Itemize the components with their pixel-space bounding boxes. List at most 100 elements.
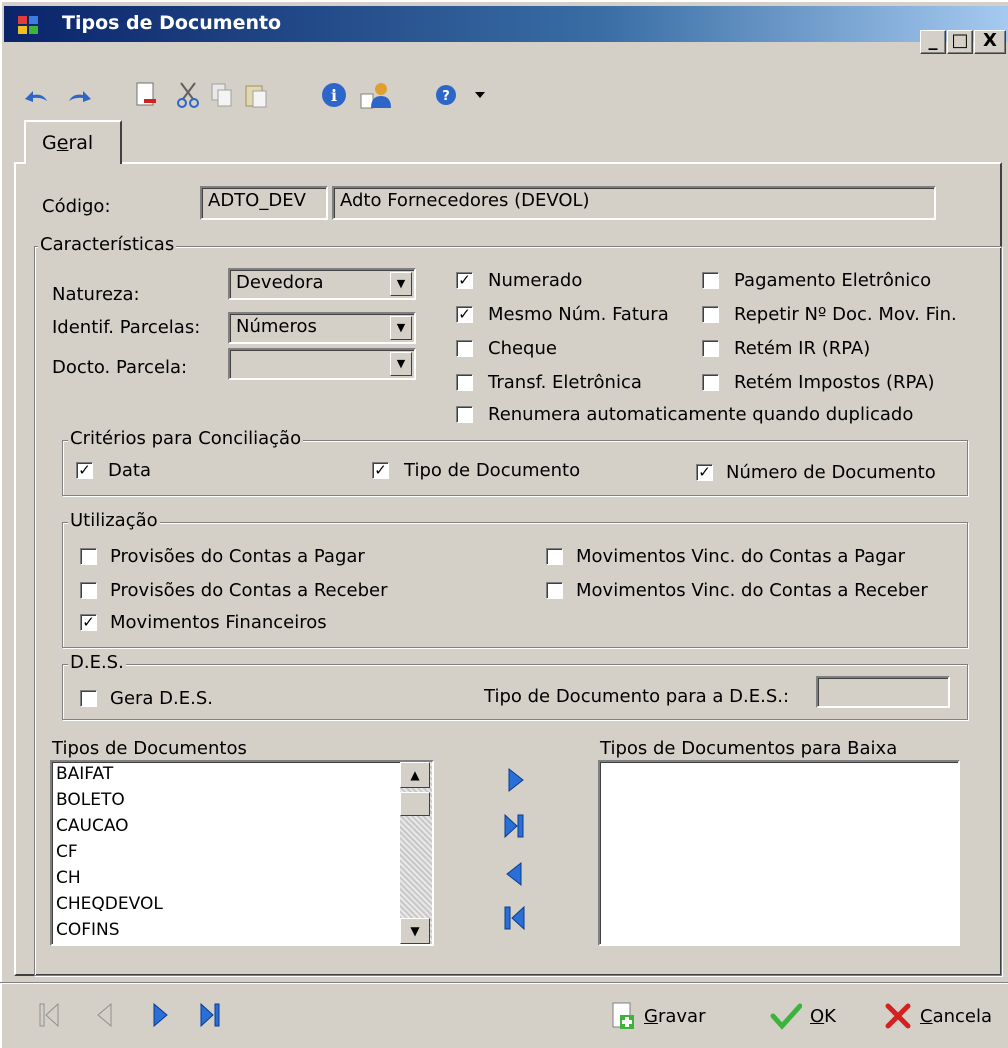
natureza-label: Natureza: xyxy=(52,284,140,305)
mov-vinc-pagar-label: Movimentos Vinc. do Contas a Pagar xyxy=(576,546,906,567)
prev-record-icon[interactable] xyxy=(94,1002,116,1033)
info-icon[interactable]: i xyxy=(320,80,348,110)
gera-des-checkbox[interactable] xyxy=(80,690,97,707)
redo-icon[interactable] xyxy=(66,80,94,110)
mov-vinc-receber-checkbox[interactable] xyxy=(546,582,563,599)
footer-separator xyxy=(0,982,1008,984)
save-icon xyxy=(612,1002,634,1029)
transf-eletronica-checkbox[interactable] xyxy=(456,374,473,391)
list-item[interactable]: COFINS xyxy=(56,920,120,940)
numero-documento-checkbox[interactable]: ✓ xyxy=(696,464,713,481)
move-left-icon[interactable] xyxy=(504,860,526,893)
scroll-thumb[interactable] xyxy=(400,792,430,816)
tipos-documentos-title: Tipos de Documentos xyxy=(52,738,247,759)
close-button[interactable]: X xyxy=(974,30,1006,54)
chevron-down-icon[interactable]: ▼ xyxy=(390,352,412,376)
list-item[interactable]: CAUCAO xyxy=(56,816,129,836)
cancela-accel: C xyxy=(920,1005,933,1027)
help-icon[interactable]: ? xyxy=(432,80,460,110)
provisoes-pagar-label: Provisões do Contas a Pagar xyxy=(110,546,365,567)
descricao-field[interactable]: Adto Fornecedores (DEVOL) xyxy=(332,186,936,220)
gravar-accel: G xyxy=(644,1005,658,1027)
svg-text:i: i xyxy=(331,86,337,105)
cheque-label: Cheque xyxy=(488,338,557,359)
repetir-doc-checkbox[interactable] xyxy=(702,306,719,323)
chevron-down-icon[interactable]: ▼ xyxy=(390,316,412,340)
natureza-combo[interactable]: Devedora ▼ xyxy=(228,268,416,300)
chevron-down-icon[interactable]: ▼ xyxy=(390,272,412,296)
vertical-scrollbar[interactable]: ▲ ▼ xyxy=(400,762,432,944)
list-item[interactable]: CH xyxy=(56,868,81,888)
identif-parcelas-label: Identif. Parcelas: xyxy=(52,317,201,338)
cancela-button[interactable]: Cancela xyxy=(884,998,992,1034)
title-bar[interactable]: Tipos de Documento xyxy=(4,6,1008,42)
close-icon: X xyxy=(983,30,997,51)
mov-vinc-receber-label: Movimentos Vinc. do Contas a Receber xyxy=(576,580,928,601)
user-icon[interactable] xyxy=(358,80,394,110)
maximize-icon: □ xyxy=(951,30,969,51)
provisoes-receber-label: Provisões do Contas a Receber xyxy=(110,580,388,601)
data-label: Data xyxy=(108,460,151,481)
cheque-checkbox[interactable] xyxy=(456,340,473,357)
ok-button[interactable]: OK xyxy=(770,998,836,1034)
cut-icon[interactable] xyxy=(174,80,202,110)
svg-text:?: ? xyxy=(442,89,450,104)
renumera-checkbox[interactable] xyxy=(456,406,473,423)
undo-icon[interactable] xyxy=(22,80,50,110)
tipo-documento-label: Tipo de Documento xyxy=(404,460,581,481)
tab-label-part: ral xyxy=(68,132,94,154)
data-checkbox[interactable]: ✓ xyxy=(76,462,93,479)
scroll-up-icon[interactable]: ▲ xyxy=(400,762,430,788)
copy-icon[interactable] xyxy=(208,80,236,110)
utilizacao-title: Utilização xyxy=(68,510,160,531)
gravar-label: ravar xyxy=(657,1005,706,1027)
des-title: D.E.S. xyxy=(68,652,126,673)
tab-geral[interactable]: Geral xyxy=(24,120,122,164)
transf-eletronica-label: Transf. Eletrônica xyxy=(488,372,642,393)
movimentos-financeiros-checkbox[interactable]: ✓ xyxy=(80,614,97,631)
pagamento-eletronico-checkbox[interactable] xyxy=(702,272,719,289)
natureza-value: Devedora xyxy=(236,272,324,293)
cancela-label: ancela xyxy=(932,1005,993,1027)
tipo-des-field[interactable] xyxy=(816,676,950,708)
next-record-icon[interactable] xyxy=(150,1002,172,1033)
tab-label-accel: e xyxy=(56,132,69,154)
retem-impostos-checkbox[interactable] xyxy=(702,374,719,391)
paste-icon[interactable] xyxy=(242,80,270,110)
retem-ir-checkbox[interactable] xyxy=(702,340,719,357)
codigo-field[interactable]: ADTO_DEV xyxy=(200,186,328,220)
list-item[interactable]: CHEQDEVOL xyxy=(56,894,163,914)
ok-accel: O xyxy=(810,1005,825,1027)
mov-vinc-pagar-checkbox[interactable] xyxy=(546,548,563,565)
cancel-x-icon xyxy=(885,1003,911,1029)
list-item[interactable]: BOLETO xyxy=(56,790,125,810)
maximize-button[interactable]: □ xyxy=(947,30,973,54)
tipo-des-label: Tipo de Documento para a D.E.S.: xyxy=(484,686,790,707)
mesmo-num-fatura-checkbox[interactable]: ✓ xyxy=(456,306,473,323)
tipo-documento-checkbox[interactable]: ✓ xyxy=(372,462,389,479)
numerado-label: Numerado xyxy=(488,270,583,291)
minimize-button[interactable]: _ xyxy=(920,30,946,54)
new-document-icon[interactable] xyxy=(132,80,160,110)
docto-parcela-combo[interactable]: ▼ xyxy=(228,348,416,380)
provisoes-pagar-checkbox[interactable] xyxy=(80,548,97,565)
scroll-down-icon[interactable]: ▼ xyxy=(400,918,430,944)
tipos-documentos-baixa-list[interactable] xyxy=(598,760,960,946)
identif-parcelas-combo[interactable]: Números ▼ xyxy=(228,312,416,344)
dropdown-arrow-icon[interactable] xyxy=(470,80,490,110)
move-all-left-icon[interactable] xyxy=(502,904,528,937)
app-icon xyxy=(18,16,40,36)
retem-impostos-label: Retém Impostos (RPA) xyxy=(734,372,935,393)
list-item[interactable]: BAIFAT xyxy=(56,764,113,784)
provisoes-receber-checkbox[interactable] xyxy=(80,582,97,599)
move-all-right-icon[interactable] xyxy=(502,812,528,845)
first-record-icon[interactable] xyxy=(38,1002,62,1033)
renumera-label: Renumera automaticamente quando duplicad… xyxy=(488,404,914,425)
tipos-documentos-list[interactable]: BAIFAT BOLETO CAUCAO CF CH CHEQDEVOL COFINS ▲ … xyxy=(50,760,434,946)
list-item[interactable]: CF xyxy=(56,842,78,862)
gera-des-label: Gera D.E.S. xyxy=(110,688,213,709)
gravar-button[interactable]: Gravar xyxy=(610,998,705,1034)
numerado-checkbox[interactable]: ✓ xyxy=(456,272,473,289)
last-record-icon[interactable] xyxy=(198,1002,224,1033)
move-right-icon[interactable] xyxy=(504,766,526,799)
